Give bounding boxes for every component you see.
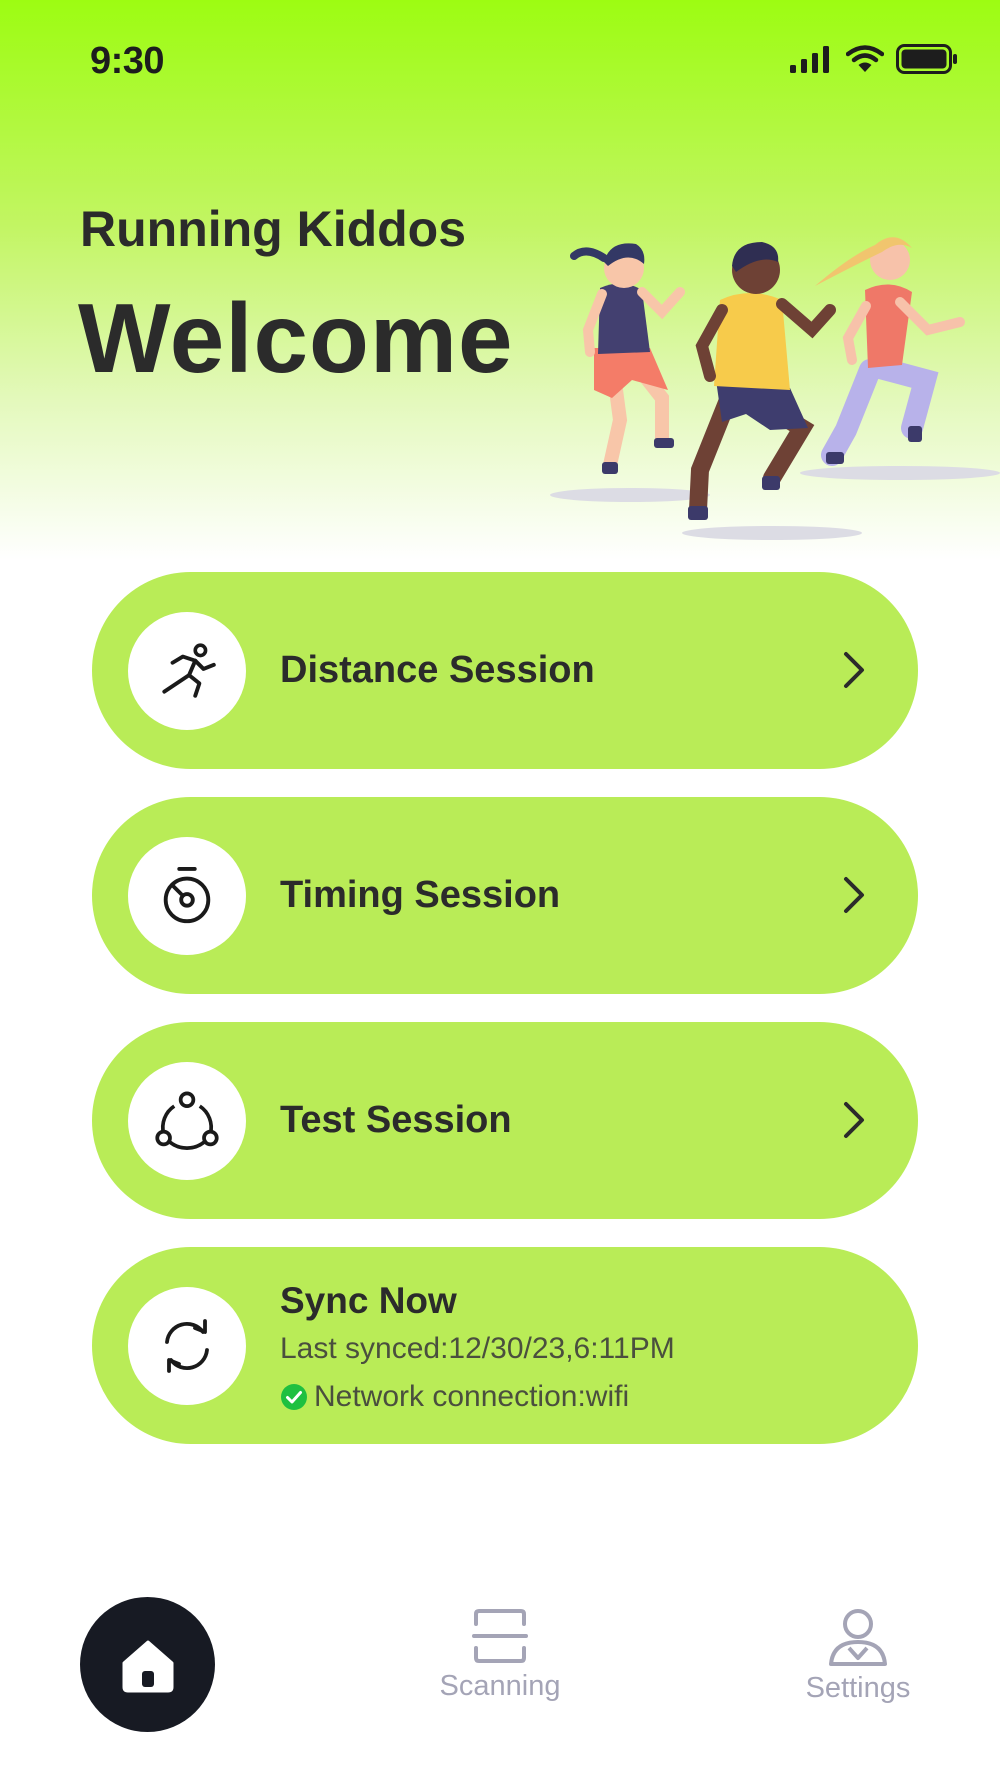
bottom-navigation: Scanning Settings [0, 1580, 1000, 1778]
card-icon-circle [128, 837, 246, 955]
wifi-icon [846, 45, 884, 72]
timing-session-card[interactable]: Timing Session [92, 797, 918, 994]
nav-settings[interactable]: Settings [768, 1608, 948, 1705]
welcome-heading: Welcome [78, 283, 514, 393]
distance-session-card[interactable]: Distance Session [92, 572, 918, 769]
nav-scanning[interactable]: Scanning [410, 1608, 590, 1703]
timing-session-label: Timing Session [280, 874, 561, 916]
chevron-right-icon [844, 877, 864, 913]
status-icons [790, 44, 958, 74]
test-session-card[interactable]: Test Session [92, 1022, 918, 1219]
app-name: Running Kiddos [80, 201, 467, 257]
nav-settings-label: Settings [805, 1672, 911, 1704]
status-time: 9:30 [90, 40, 165, 82]
runner-icon [162, 643, 216, 698]
stopwatch-icon [163, 866, 211, 924]
chevron-right-icon [844, 652, 864, 688]
network-status: Network connection:wifi [280, 1380, 629, 1414]
card-icon-circle [128, 612, 246, 730]
scan-icon [472, 1609, 528, 1663]
network-connection-text: Network connection:wifi [314, 1380, 630, 1413]
card-icon-circle [128, 1062, 246, 1180]
sync-icon [165, 1319, 209, 1373]
network-nodes-icon [155, 1091, 219, 1150]
distance-session-label: Distance Session [280, 649, 595, 691]
status-bar: 9:30 [0, 0, 1000, 120]
runners-illustration [550, 237, 1000, 540]
check-circle-icon [281, 1384, 307, 1410]
signal-icon [790, 46, 829, 73]
last-synced-text: Last synced:12/30/23,6:11PM [280, 1332, 675, 1365]
battery-icon [896, 44, 957, 74]
sync-now-card[interactable]: Sync Now Last synced:12/30/23,6:11PM Net… [92, 1247, 918, 1444]
user-profile-icon [829, 1609, 887, 1666]
sync-title: Sync Now [280, 1280, 457, 1321]
nav-scanning-label: Scanning [439, 1670, 561, 1702]
nav-home-button[interactable] [80, 1597, 215, 1732]
card-icon-circle [128, 1287, 246, 1405]
chevron-right-icon [844, 1102, 864, 1138]
home-icon [122, 1640, 173, 1692]
test-session-label: Test Session [280, 1099, 512, 1141]
